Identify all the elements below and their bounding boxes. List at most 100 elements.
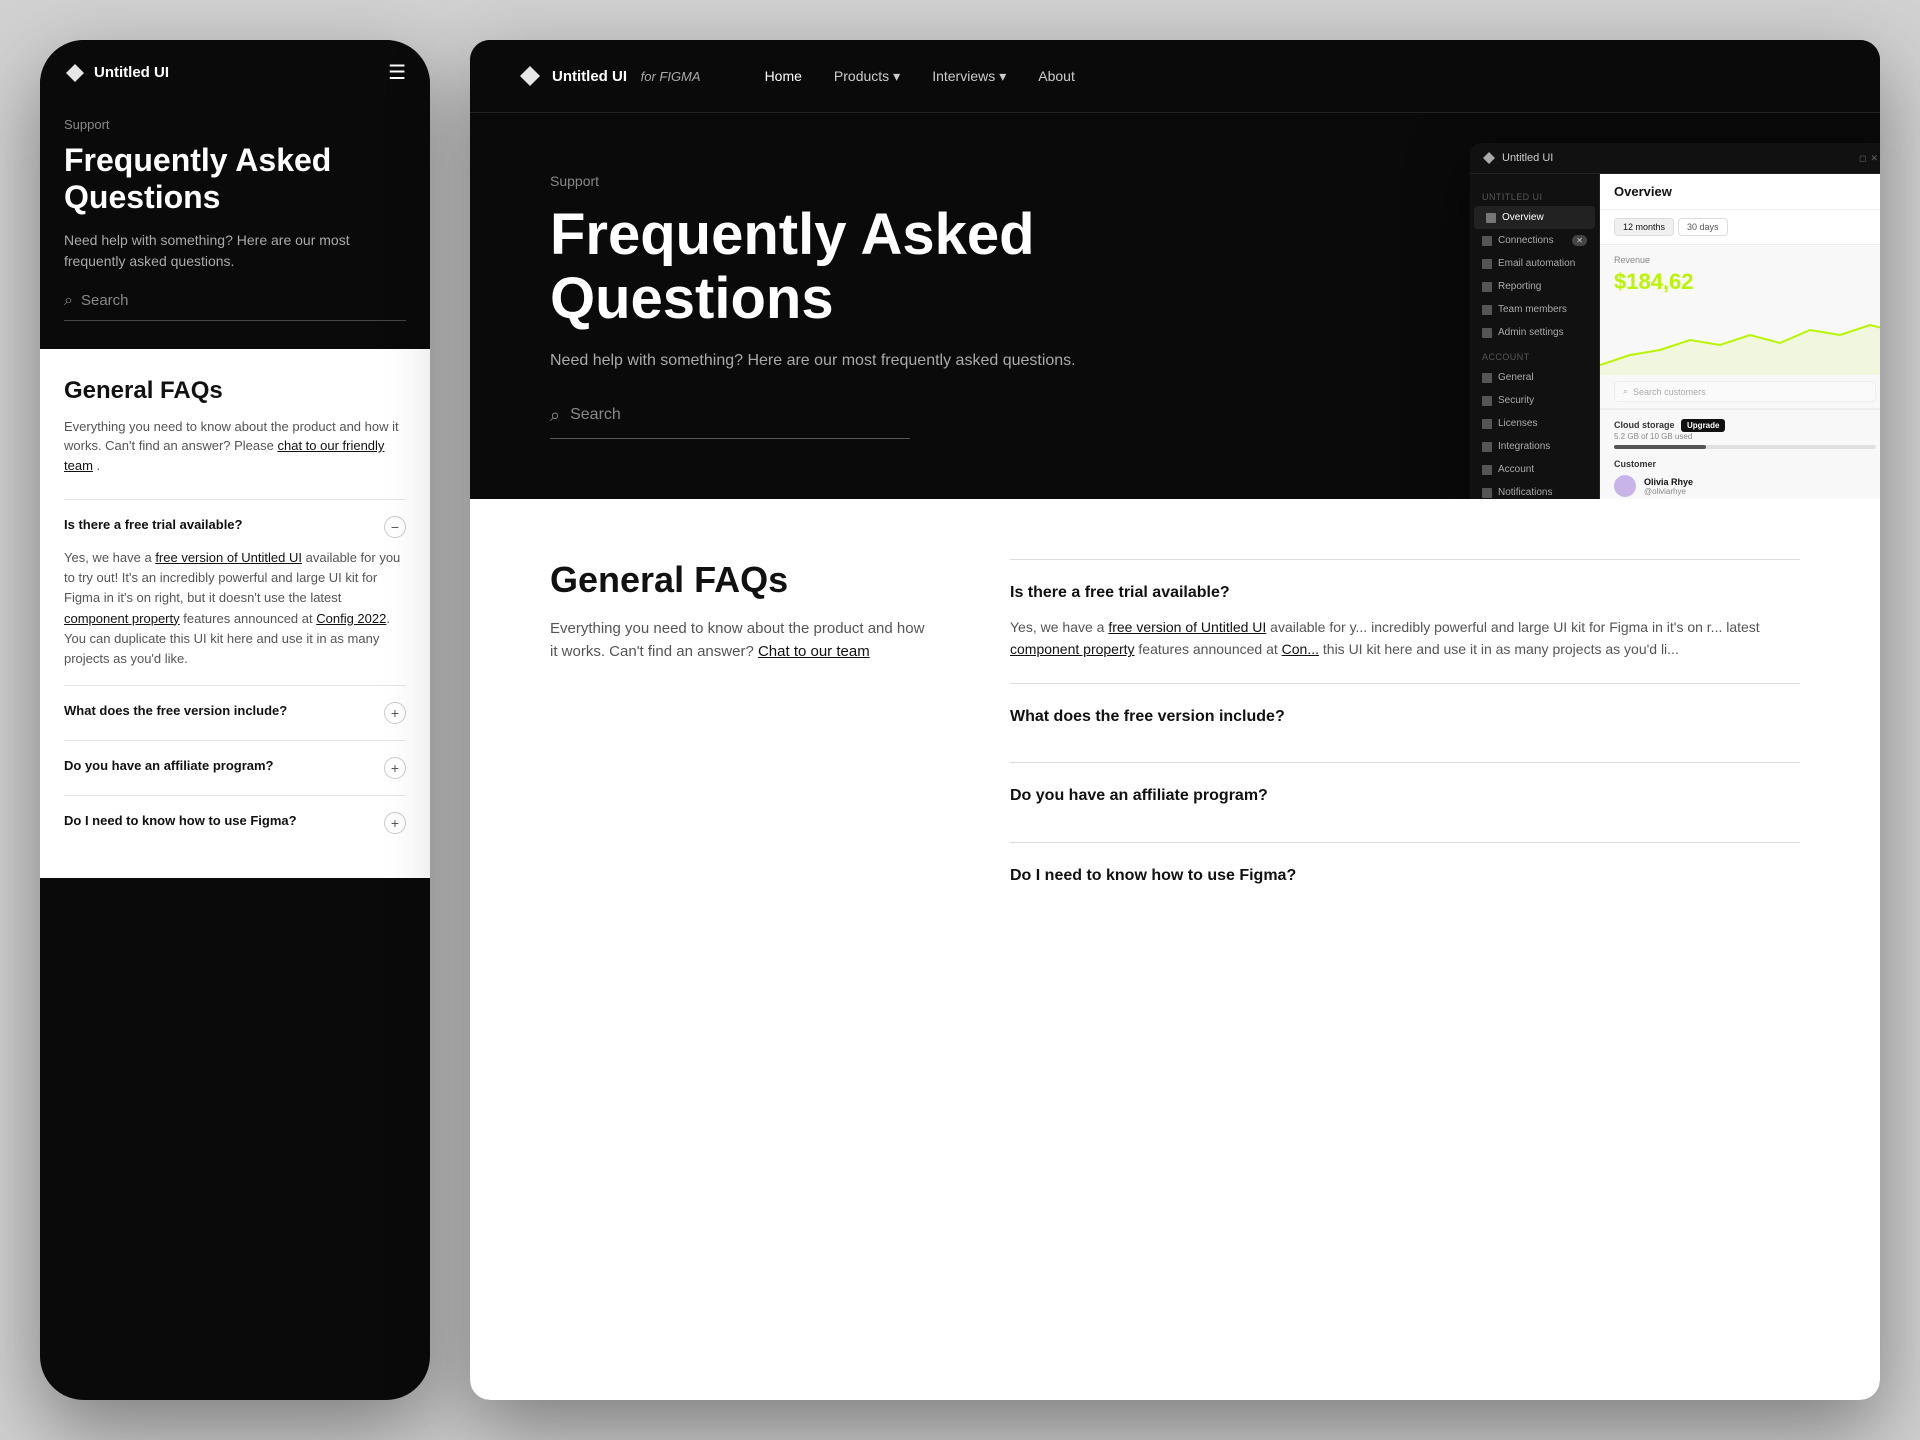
faq-question-1: Is there a free trial available? [64, 516, 376, 534]
desktop-logo: Untitled UI for FIGMA [518, 64, 701, 88]
desktop-general-title: General FAQs [550, 559, 930, 601]
dash-customer-name-1: Olivia Rhye [1644, 477, 1876, 487]
dash-storage-fill [1614, 445, 1706, 449]
faq-toggle-4[interactable]: + [384, 812, 406, 834]
mobile-support-label: Support [64, 117, 406, 132]
dash-storage-used: 5.2 GB of 10 GB used [1614, 432, 1876, 441]
dash-main: Overview 12 months 30 days Revenue $184,… [1600, 174, 1880, 499]
dash-tabs: 12 months 30 days [1600, 210, 1880, 245]
faq-toggle-2[interactable]: + [384, 702, 406, 724]
dash-connections-label: Connections [1498, 235, 1554, 246]
desktop-content-left: General FAQs Everything you need to know… [550, 559, 930, 1340]
dash-sidebar-overview[interactable]: Overview [1474, 206, 1595, 229]
desktop-free-link[interactable]: free version of Untitled UI [1108, 619, 1266, 635]
desktop-search-placeholder: Search [570, 406, 621, 424]
dash-overview-label: Overview [1502, 212, 1544, 223]
faq-answer-1: Yes, we have a free version of Untitled … [64, 548, 406, 669]
dash-sidebar-account[interactable]: Account [1470, 458, 1599, 481]
dash-sidebar-notifications[interactable]: Notifications [1470, 481, 1599, 499]
nav-link-interviews[interactable]: Interviews ▾ [932, 68, 1006, 85]
desktop-con-link[interactable]: Con... [1282, 641, 1319, 657]
dash-upgrade-btn[interactable]: Upgrade [1681, 419, 1725, 432]
dash-customer-search[interactable]: ⌕ Search customers [1614, 381, 1876, 402]
nav-interviews-label: Interviews [932, 68, 995, 84]
faq-toggle-1[interactable]: − [384, 516, 406, 538]
dash-tab-12months[interactable]: 12 months [1614, 218, 1674, 236]
mobile-search-bar[interactable]: ⌕ Search [64, 292, 406, 321]
dash-notifications-label: Notifications [1498, 487, 1552, 498]
dash-connections-icon [1482, 236, 1492, 246]
dash-admin-label: Admin settings [1498, 327, 1564, 338]
faq-item-4: Do I need to know how to use Figma? + [64, 795, 406, 850]
dash-team-icon [1482, 305, 1492, 315]
faq-free-link[interactable]: free version of Untitled UI [155, 550, 302, 565]
desktop-faq-question-1: Is there a free trial available? [1010, 582, 1800, 604]
desktop-faq-item-1: Is there a free trial available? Yes, we… [1010, 559, 1800, 683]
dash-storage-label: Cloud storage Upgrade [1614, 420, 1876, 430]
faq-question-2: What does the free version include? [64, 702, 376, 720]
mobile-nav: Untitled UI ☰ [40, 40, 430, 101]
mobile-desc-end: . [97, 458, 101, 473]
dash-security-icon [1482, 396, 1492, 406]
dash-customer-section-label: Customer [1614, 459, 1876, 469]
nav-home-label: Home [765, 68, 802, 84]
dash-logo-icon [1482, 151, 1496, 165]
dash-body: UNTITLED UI Overview Connections ✕ Email… [1470, 174, 1880, 499]
dash-sidebar-email[interactable]: Email automation [1470, 252, 1599, 275]
faq-component-link[interactable]: component property [64, 611, 180, 626]
nav-link-about[interactable]: About [1038, 68, 1075, 84]
logo-icon [64, 62, 86, 84]
mobile-general-faqs-title: General FAQs [64, 377, 406, 405]
dash-sidebar-general[interactable]: General [1470, 366, 1599, 389]
faq-toggle-3[interactable]: + [384, 757, 406, 779]
desktop-search-bar[interactable]: ⌕ Search [550, 405, 910, 439]
dash-sidebar-integrations[interactable]: Integrations [1470, 435, 1599, 458]
dash-sidebar-section-main: UNTITLED UI [1470, 184, 1599, 206]
dash-sidebar-admin[interactable]: Admin settings [1470, 321, 1599, 344]
dash-overview-icon [1486, 213, 1496, 223]
dash-integrations-label: Integrations [1498, 441, 1550, 452]
dash-integrations-icon [1482, 442, 1492, 452]
dash-revenue-section: Revenue $184,62 [1600, 245, 1880, 305]
nav-about-label: About [1038, 68, 1075, 84]
mobile-frame: Untitled UI ☰ Support Frequently Asked Q… [40, 40, 430, 1400]
dash-topbar: Untitled UI ◻ ✕ [1470, 143, 1880, 174]
dash-sidebar-security[interactable]: Security [1470, 389, 1599, 412]
dash-tab-30days[interactable]: 30 days [1678, 218, 1728, 236]
faq-config-link[interactable]: Config 2022 [316, 611, 386, 626]
dash-account-label: Account [1498, 464, 1534, 475]
dash-reporting-label: Reporting [1498, 281, 1541, 292]
faq-item-4-header: Do I need to know how to use Figma? + [64, 812, 406, 834]
hamburger-icon[interactable]: ☰ [388, 60, 406, 85]
dash-sidebar: UNTITLED UI Overview Connections ✕ Email… [1470, 174, 1600, 499]
nav-link-products[interactable]: Products ▾ [834, 68, 900, 85]
dash-sidebar-team[interactable]: Team members [1470, 298, 1599, 321]
dash-search-placeholder-inner: Search customers [1633, 387, 1706, 397]
dash-main-header: Overview [1600, 174, 1880, 210]
dash-avatar-1 [1614, 475, 1636, 497]
mobile-logo: Untitled UI [64, 62, 169, 84]
mobile-content: General FAQs Everything you need to know… [40, 349, 430, 878]
dash-sidebar-licenses[interactable]: Licenses [1470, 412, 1599, 435]
desktop-component-link[interactable]: component property [1010, 641, 1135, 657]
dash-account-icon [1482, 465, 1492, 475]
dash-general-icon [1482, 373, 1492, 383]
mobile-logo-text: Untitled UI [94, 64, 169, 81]
dash-email-icon [1482, 259, 1492, 269]
dash-email-label: Email automation [1498, 258, 1575, 269]
dash-sidebar-reporting[interactable]: Reporting [1470, 275, 1599, 298]
desktop-content-right: Is there a free trial available? Yes, we… [1010, 559, 1800, 1340]
dash-team-label: Team members [1498, 304, 1567, 315]
desktop-faq-item-3: Do you have an affiliate program? [1010, 762, 1800, 841]
products-chevron: ▾ [893, 68, 900, 85]
desktop-faq-question-3: Do you have an affiliate program? [1010, 785, 1800, 807]
dash-sidebar-connections[interactable]: Connections ✕ [1470, 229, 1599, 252]
faq-item-2-header: What does the free version include? + [64, 702, 406, 724]
dash-general-label: General [1498, 372, 1534, 383]
dash-search-icon-inner: ⌕ [1623, 386, 1628, 397]
desktop-nav-links: Home Products ▾ Interviews ▾ About [765, 68, 1075, 85]
nav-link-home[interactable]: Home [765, 68, 802, 84]
faq-item-1-header: Is there a free trial available? − [64, 516, 406, 538]
desktop-chat-link[interactable]: Chat to our team [758, 643, 870, 660]
dash-notifications-icon [1482, 488, 1492, 498]
